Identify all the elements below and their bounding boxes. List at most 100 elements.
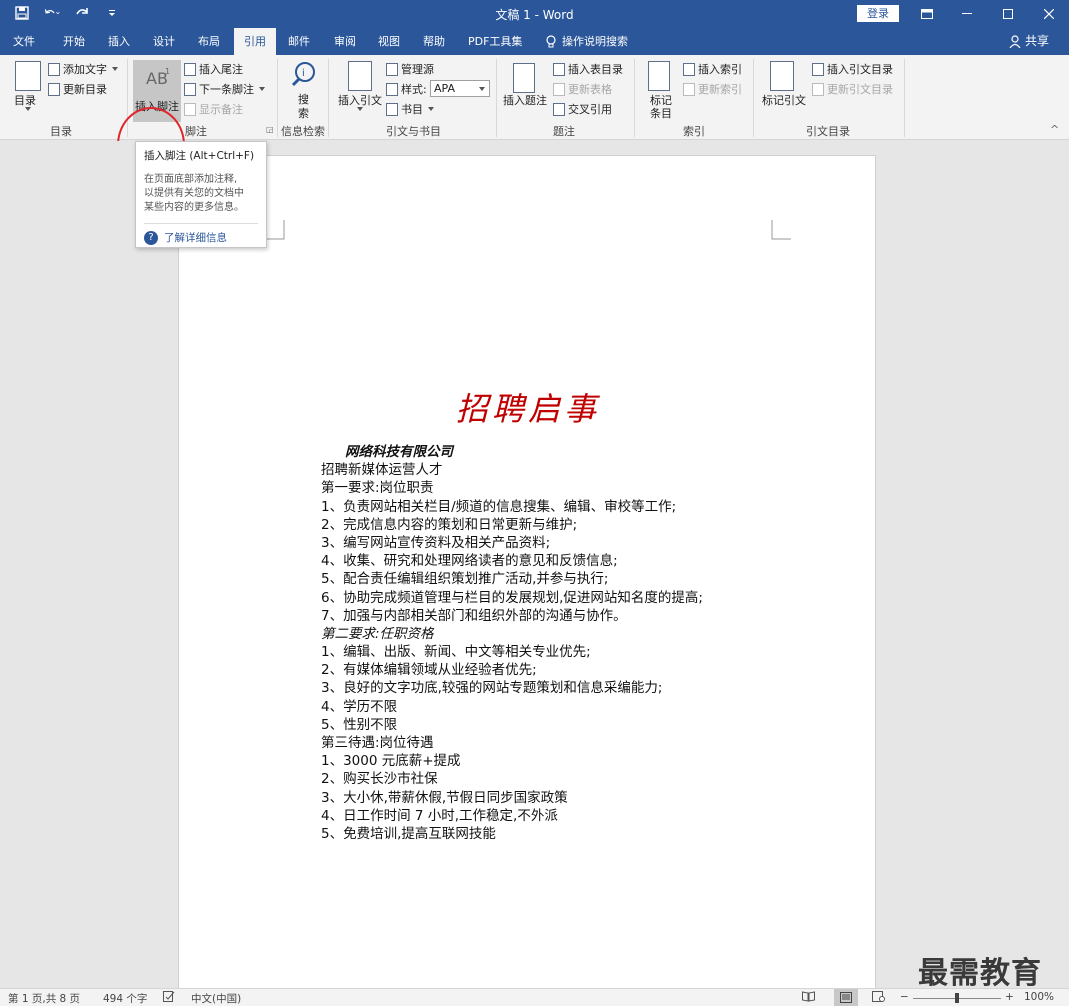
mark-entry-line2: 条目 bbox=[650, 107, 672, 120]
group-label-toa: 引文目录 bbox=[806, 125, 850, 138]
add-text-button[interactable]: 添加文字 bbox=[48, 61, 118, 77]
close-icon[interactable] bbox=[1029, 0, 1069, 28]
show-notes-button[interactable]: 显示备注 bbox=[184, 101, 243, 117]
document-body: 网络科技有限公司 招聘新媒体运营人才 第一要求:岗位职责 1、负责网站相关栏目/频道的… bbox=[321, 443, 703, 843]
search-button-line2: 索 bbox=[298, 107, 309, 120]
mark-entry-icon bbox=[648, 61, 670, 91]
page-count[interactable]: 第 1 页,共 8 页 bbox=[8, 991, 80, 1006]
tab-pdf-tools[interactable]: PDF工具集 bbox=[464, 28, 526, 55]
insert-toa-button[interactable]: 插入引文目录 bbox=[812, 61, 893, 77]
next-footnote-icon bbox=[184, 82, 196, 96]
cross-reference-icon bbox=[553, 102, 565, 116]
add-text-icon bbox=[48, 62, 60, 76]
document-heading: 招聘启事 bbox=[455, 390, 600, 428]
tab-layout[interactable]: 布局 bbox=[194, 28, 224, 55]
insert-citation-button[interactable]: 插入引文 bbox=[338, 92, 382, 108]
document-line: 3、良好的文字功底,较强的网站专题策划和信息采编能力; bbox=[321, 680, 663, 697]
tab-help[interactable]: 帮助 bbox=[419, 28, 449, 55]
document-line: 3、编写网站宣传资料及相关产品资料; bbox=[321, 534, 551, 551]
document-line: 2、购买长沙市社保 bbox=[321, 771, 438, 788]
footnote-dialog-launcher-icon[interactable]: ◲ bbox=[266, 125, 274, 134]
document-line: 4、日工作时间 7 小时,工作稳定,不外派 bbox=[321, 807, 558, 824]
zoom-out-button[interactable]: − bbox=[900, 991, 909, 1003]
insert-index-icon bbox=[683, 62, 695, 76]
web-layout-icon[interactable] bbox=[872, 991, 885, 1005]
zoom-in-button[interactable]: + bbox=[1005, 991, 1014, 1003]
update-index-icon bbox=[683, 82, 695, 96]
ribbon-tabs: 文件 开始 插入 设计 布局 引用 邮件 审阅 视图 帮助 PDF工具集 操作说… bbox=[0, 28, 1069, 56]
cross-reference-button[interactable]: 交叉引用 bbox=[553, 101, 612, 117]
tooltip-title: 插入脚注 (Alt+Ctrl+F) bbox=[144, 150, 255, 162]
language-indicator[interactable]: 中文(中国) bbox=[191, 991, 241, 1006]
collapse-ribbon-icon[interactable]: ^ bbox=[1050, 123, 1059, 136]
document-line: 第三待遇:岗位待遇 bbox=[321, 735, 434, 751]
share-button[interactable]: 共享 bbox=[1009, 28, 1049, 55]
update-toc-button[interactable]: 更新目录 bbox=[48, 81, 107, 97]
zoom-slider-thumb[interactable] bbox=[955, 993, 959, 1003]
proofing-icon[interactable] bbox=[163, 991, 175, 1005]
insert-caption-button[interactable]: 插入题注 bbox=[503, 92, 547, 108]
insert-citation-dropdown-icon[interactable] bbox=[355, 107, 363, 111]
help-icon: ? bbox=[144, 230, 158, 245]
login-button[interactable]: 登录 bbox=[857, 5, 899, 22]
document-line: 7、加强与内部相关部门和组织外部的沟通与协作。 bbox=[321, 607, 627, 624]
share-label: 共享 bbox=[1024, 34, 1049, 48]
zoom-level[interactable]: 100% bbox=[1024, 991, 1054, 1003]
update-table-button[interactable]: 更新表格 bbox=[553, 81, 612, 97]
tab-review[interactable]: 审阅 bbox=[330, 28, 360, 55]
toc-button[interactable]: 目录 bbox=[14, 92, 36, 108]
document-page[interactable]: 招聘启事 网络科技有限公司 招聘新媒体运营人才 第一要求:岗位职责 1、负责网站相关栏… bbox=[178, 155, 876, 995]
document-line: 1、编辑、出版、新闻、中文等相关专业优先; bbox=[321, 644, 591, 661]
next-footnote-button[interactable]: 下一条脚注 bbox=[184, 81, 265, 97]
tooltip-help-link[interactable]: ? 了解详细信息 bbox=[144, 230, 258, 245]
tab-file[interactable]: 文件 bbox=[9, 28, 39, 55]
margin-corner-top-left bbox=[265, 220, 285, 240]
endnote-icon bbox=[184, 62, 196, 76]
document-line: 第一要求:岗位职责 bbox=[321, 480, 434, 497]
update-toc-icon bbox=[48, 82, 60, 96]
toc-icon bbox=[15, 61, 41, 91]
tell-me-search[interactable]: 操作说明搜索 bbox=[542, 28, 632, 55]
watermark: 最需教育 bbox=[918, 956, 1042, 991]
tab-home[interactable]: 开始 bbox=[59, 28, 89, 55]
mark-citation-button[interactable]: 标记引文 bbox=[762, 92, 806, 108]
svg-text:i: i bbox=[302, 68, 305, 79]
manage-sources-button[interactable]: 管理源 bbox=[386, 61, 434, 77]
word-count[interactable]: 494 个字 bbox=[103, 991, 147, 1006]
document-line: 5、免费培训,提高互联网技能 bbox=[321, 825, 496, 842]
person-icon bbox=[1009, 35, 1021, 48]
insert-table-of-figures-button[interactable]: 插入表目录 bbox=[553, 61, 623, 77]
insert-endnote-button[interactable]: 插入尾注 bbox=[184, 61, 243, 77]
document-line: 2、完成信息内容的策划和日常更新与维护; bbox=[321, 516, 578, 533]
document-line: 4、收集、研究和处理网络读者的意见和反馈信息; bbox=[321, 553, 618, 570]
group-label-research: 信息检索 bbox=[281, 125, 325, 138]
manage-sources-icon bbox=[386, 62, 398, 76]
tab-insert[interactable]: 插入 bbox=[104, 28, 134, 55]
table-of-figures-icon bbox=[553, 62, 565, 76]
maximize-icon[interactable] bbox=[988, 0, 1028, 28]
tab-view[interactable]: 视图 bbox=[374, 28, 404, 55]
read-mode-icon[interactable] bbox=[802, 991, 815, 1005]
print-layout-icon[interactable] bbox=[834, 989, 858, 1006]
update-index-button[interactable]: 更新索引 bbox=[683, 81, 742, 97]
tab-references[interactable]: 引用 bbox=[234, 28, 276, 56]
tab-mailings[interactable]: 邮件 bbox=[284, 28, 314, 55]
group-label-captions: 题注 bbox=[553, 125, 575, 138]
insert-index-button[interactable]: 插入索引 bbox=[683, 61, 742, 77]
citation-style-select[interactable]: APA bbox=[430, 80, 490, 97]
search-icon: i bbox=[291, 62, 315, 87]
insert-footnote-tooltip: 插入脚注 (Alt+Ctrl+F) 在页面底部添加注释, 以提供有关您的文档中 … bbox=[135, 141, 267, 248]
document-line: 网络科技有限公司 bbox=[345, 444, 453, 460]
title-bar: 文稿 1 - Word 登录 bbox=[0, 0, 1069, 28]
tab-design[interactable]: 设计 bbox=[149, 28, 179, 55]
show-notes-icon bbox=[184, 102, 196, 116]
ribbon-display-icon[interactable] bbox=[907, 0, 947, 28]
document-line: 1、负责网站相关栏目/频道的信息搜集、编辑、审校等工作; bbox=[321, 498, 677, 515]
toc-dropdown-icon[interactable] bbox=[23, 107, 31, 111]
document-line: 3、大小休,带薪休假,节假日同步国家政策 bbox=[321, 789, 568, 806]
update-toa-button[interactable]: 更新引文目录 bbox=[812, 81, 893, 97]
insert-caption-icon bbox=[513, 63, 535, 93]
bibliography-button[interactable]: 书目 bbox=[386, 101, 434, 117]
minimize-icon[interactable] bbox=[947, 0, 987, 28]
insert-toa-icon bbox=[812, 62, 824, 76]
